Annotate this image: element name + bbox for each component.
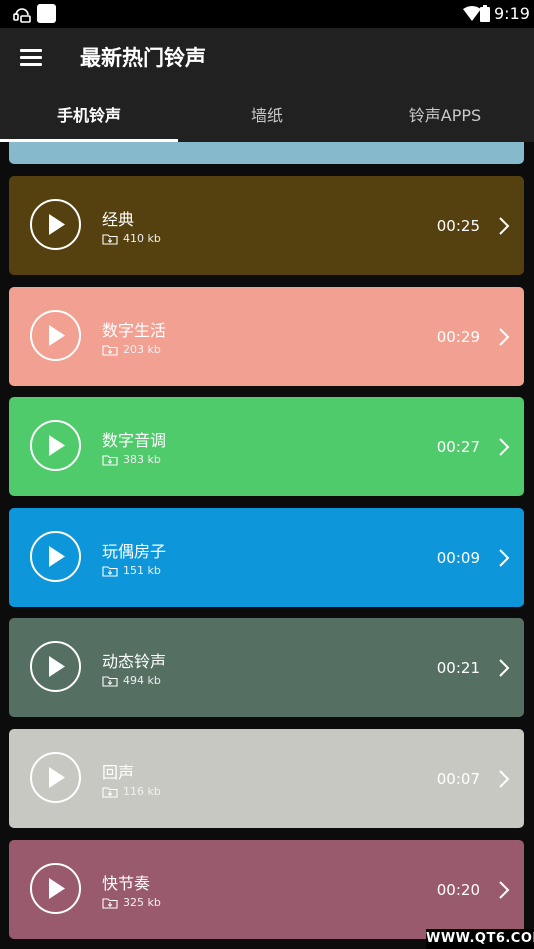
- tab-ringtone-apps[interactable]: 铃声APPS: [356, 92, 534, 142]
- folder-download-icon: [102, 787, 118, 798]
- watermark: WWW.QT6.COM: [426, 929, 534, 949]
- chevron-right-icon[interactable]: [498, 327, 510, 347]
- ringtone-card[interactable]: 回声 116 kb 00:07: [9, 729, 524, 828]
- play-icon: [49, 767, 65, 788]
- folder-download-icon: [102, 676, 118, 687]
- chevron-right-icon[interactable]: [498, 216, 510, 236]
- ringtone-size-label: 203 kb: [123, 342, 161, 356]
- play-icon: [49, 214, 65, 235]
- ringtone-duration: 00:20: [436, 880, 480, 899]
- play-icon: [49, 435, 65, 457]
- folder-download-icon: [102, 898, 118, 909]
- app-bar: 最新热门铃声: [0, 28, 534, 92]
- play-icon: [49, 545, 65, 567]
- ringtone-size-label: 325 kb: [123, 895, 161, 909]
- ringtone-list[interactable]: 经典 410 kb 00:25 数字生活 203 kb 00:29 数字音调 3…: [0, 142, 534, 949]
- tab-ringtones[interactable]: 手机铃声: [0, 92, 178, 142]
- ringtone-duration: 00:09: [436, 548, 480, 567]
- play-icon: [49, 877, 65, 899]
- folder-download-icon: [102, 455, 118, 466]
- wifi-icon: [463, 6, 481, 21]
- list-item-partial[interactable]: [9, 142, 524, 164]
- ringtone-title: 经典: [102, 210, 135, 229]
- ringtone-duration: 00:27: [436, 438, 480, 457]
- ringtone-duration: 00:25: [436, 217, 480, 235]
- notification-icon: [13, 8, 31, 23]
- play-button[interactable]: [30, 420, 81, 472]
- ringtone-duration: 00:29: [436, 327, 480, 346]
- ringtone-size-label: 410 kb: [123, 232, 161, 245]
- menu-icon[interactable]: [20, 49, 42, 67]
- ringtone-title: 动态铃声: [102, 652, 167, 672]
- play-button[interactable]: [30, 309, 81, 361]
- chevron-right-icon[interactable]: [498, 658, 510, 678]
- play-button[interactable]: [30, 862, 81, 914]
- ringtone-title: 回声: [102, 763, 135, 782]
- ringtone-size-label: 151 kb: [123, 563, 161, 577]
- page-title: 最新热门铃声: [80, 46, 206, 70]
- play-icon: [49, 324, 65, 346]
- ringtone-card[interactable]: 数字生活 203 kb 00:29: [9, 286, 524, 386]
- ringtone-card[interactable]: 经典 410 kb 00:25: [9, 176, 524, 275]
- ringtone-card[interactable]: 动态铃声 494 kb 00:21: [9, 618, 524, 718]
- play-icon: [49, 656, 65, 678]
- status-time: 9:19: [494, 4, 530, 23]
- ringtone-title: 快节奏: [102, 873, 151, 893]
- battery-icon: [480, 5, 490, 22]
- play-button[interactable]: [30, 641, 81, 693]
- ringtone-title: 玩偶房子: [102, 541, 167, 561]
- app-notification-icon: [37, 4, 56, 23]
- play-button[interactable]: [30, 530, 81, 582]
- ringtone-size-label: 383 kb: [123, 453, 161, 467]
- ringtone-duration: 00:21: [436, 659, 480, 678]
- status-bar: 9:19: [0, 0, 534, 28]
- play-button[interactable]: [30, 752, 81, 803]
- ringtone-card[interactable]: 快节奏 325 kb 00:20: [9, 839, 524, 939]
- ringtone-size-label: 494 kb: [123, 674, 161, 688]
- chevron-right-icon[interactable]: [498, 437, 510, 457]
- folder-download-icon: [102, 566, 118, 577]
- ringtone-size-label: 116 kb: [123, 785, 161, 798]
- ringtone-title: 数字音调: [102, 431, 167, 451]
- ringtone-card[interactable]: 数字音调 383 kb 00:27: [9, 397, 524, 497]
- tab-bar: 手机铃声 墙纸 铃声APPS: [0, 92, 534, 142]
- chevron-right-icon[interactable]: [498, 548, 510, 568]
- folder-download-icon: [102, 234, 118, 245]
- ringtone-card[interactable]: 玩偶房子 151 kb 00:09: [9, 507, 524, 607]
- chevron-right-icon[interactable]: [498, 769, 510, 789]
- play-button[interactable]: [30, 199, 81, 250]
- chevron-right-icon[interactable]: [498, 880, 510, 900]
- ringtone-title: 数字生活: [102, 320, 167, 340]
- ringtone-duration: 00:07: [436, 770, 480, 788]
- tab-wallpapers[interactable]: 墙纸: [178, 92, 356, 142]
- folder-download-icon: [102, 345, 118, 356]
